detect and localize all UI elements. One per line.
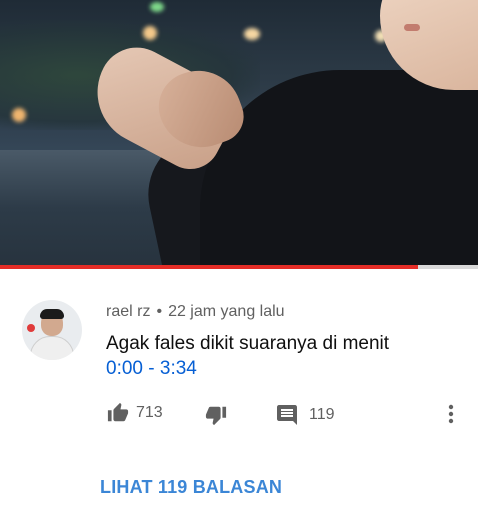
bokeh-light: [12, 108, 26, 122]
video-player[interactable]: [0, 0, 478, 267]
video-subject-mouth: [404, 24, 420, 31]
reply-count: 119: [309, 406, 335, 423]
like-count: 713: [136, 404, 163, 421]
avatar-accent: [27, 324, 35, 332]
timestamp-link-end[interactable]: 3:34: [160, 358, 197, 379]
comment-timestamp-line: 0:00 - 3:34: [106, 356, 456, 381]
timestamp-separator: -: [142, 358, 160, 379]
avatar[interactable]: [22, 300, 82, 360]
comment-text: Agak fales dikit suaranya di menit 0:00 …: [106, 331, 456, 381]
dislike-button[interactable]: [204, 404, 228, 426]
view-replies-link[interactable]: LIHAT 119 BALASAN: [100, 477, 282, 498]
comment-time: 22 jam yang lalu: [168, 303, 285, 320]
video-progress-fill: [0, 265, 419, 269]
meta-separator: •: [156, 303, 163, 320]
bokeh-light: [150, 2, 164, 12]
more-options-button[interactable]: [441, 402, 461, 426]
thumbs-up-icon: [106, 402, 130, 424]
comment-meta: rael rz • 22 jam yang lalu: [106, 303, 285, 321]
avatar-hair: [40, 309, 64, 319]
video-progress-bar[interactable]: [0, 265, 478, 269]
timestamp-link-start[interactable]: 0:00: [106, 358, 143, 379]
comment-author[interactable]: rael rz: [106, 303, 150, 320]
comment-body: Agak fales dikit suaranya di menit: [106, 333, 390, 354]
bokeh-light: [143, 26, 157, 40]
avatar-body: [30, 336, 74, 360]
reply-button[interactable]: 119: [275, 403, 335, 427]
like-button[interactable]: 713: [106, 402, 163, 424]
more-vertical-icon: [441, 402, 461, 426]
bokeh-light: [244, 28, 260, 40]
thumbs-down-icon: [204, 404, 228, 426]
comment-icon: [275, 403, 299, 427]
